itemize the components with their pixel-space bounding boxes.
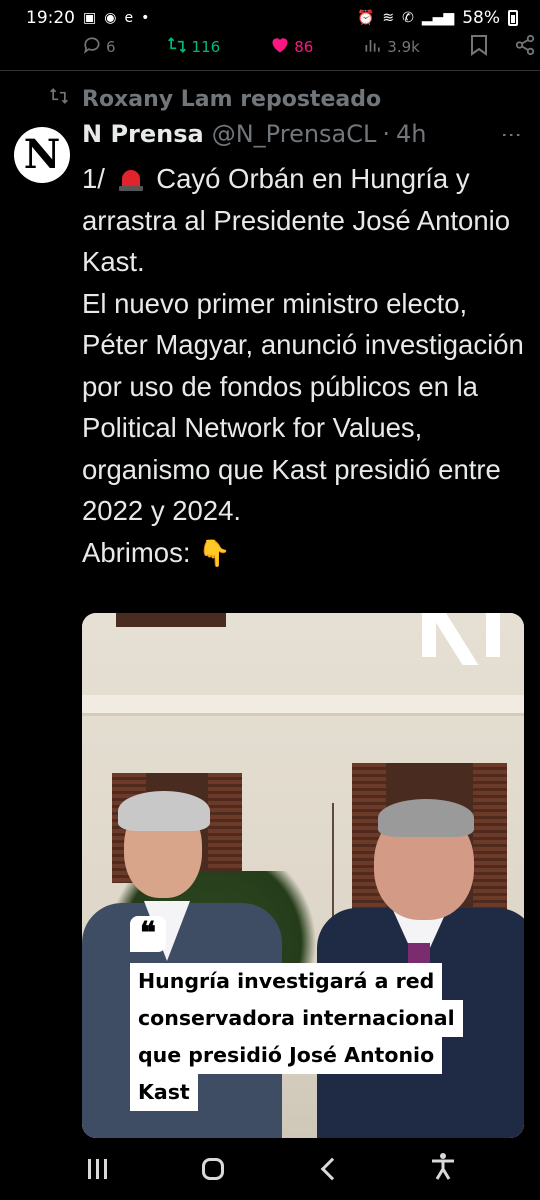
tweet-media-image[interactable]: ❝ Hungría investigará a red conservadora…	[82, 613, 524, 1138]
reply-icon	[82, 35, 102, 59]
tweet-text-line-1: Cayó Orbán en Hungría y arrastra al Pres…	[82, 163, 511, 277]
status-left: 19:20 ▣ ◉ e •	[26, 8, 149, 28]
like-count: 86	[294, 38, 314, 56]
system-nav-bar	[0, 1138, 540, 1200]
reply-action[interactable]: 6	[82, 35, 116, 59]
more-options-icon[interactable]: ⋮	[500, 125, 524, 143]
tweet-time[interactable]: 4h	[396, 120, 426, 148]
avatar[interactable]: N	[14, 127, 70, 183]
repost-notice-text: Roxany Lam reposteado	[82, 86, 382, 112]
cornice	[82, 695, 524, 713]
header-separator: ·	[382, 120, 391, 148]
more-notifications-icon: •	[141, 10, 150, 26]
call-icon: ✆	[402, 10, 414, 26]
accessibility-icon	[430, 1152, 456, 1187]
accessibility-button[interactable]	[413, 1149, 473, 1189]
author-name[interactable]: N Prensa	[82, 120, 204, 148]
top-window	[116, 613, 226, 627]
views-icon	[363, 35, 383, 59]
recent-apps-icon	[88, 1159, 107, 1179]
tweet-text-abrimos: Abrimos:	[82, 536, 191, 568]
tweet-divider	[0, 70, 540, 71]
bookmark-icon[interactable]	[470, 34, 488, 60]
app-notification-icon: e	[124, 10, 134, 26]
author-handle[interactable]: @N_PrensaCL	[212, 120, 377, 148]
status-right: ⏰ ≋ ✆ ▂▄▆ 58%	[357, 8, 518, 28]
media-notification-icon: ◉	[104, 10, 117, 26]
siren-icon	[117, 164, 145, 192]
avatar-letter: N	[23, 131, 61, 178]
share-icon[interactable]	[514, 34, 536, 60]
battery-percent: 58%	[462, 8, 500, 28]
like-action[interactable]: 86	[270, 35, 313, 59]
alarm-icon: ⏰	[356, 10, 375, 26]
clock: 19:20	[26, 8, 75, 28]
tweet-text[interactable]: 1/ Cayó Orbán en Hungría y arrastra al P…	[82, 158, 532, 574]
media-caption: Hungría investigará a red conservadora i…	[130, 963, 463, 1111]
pointing-down-icon: 👇	[198, 537, 231, 568]
tweet-paragraph-2: El nuevo primer ministro electo, Péter M…	[82, 287, 524, 527]
heart-icon	[270, 35, 290, 59]
repost-notice[interactable]: Roxany Lam reposteado	[48, 86, 381, 112]
caption-line: conservadora internacional	[130, 1000, 463, 1037]
home-button[interactable]	[183, 1149, 243, 1189]
thread-number: 1/	[82, 163, 105, 194]
signal-icon: ▂▄▆	[421, 10, 455, 26]
back-button[interactable]	[298, 1149, 358, 1189]
tweet-paragraph-3: Abrimos: 👇	[82, 532, 532, 575]
tweet-header: N Prensa @N_PrensaCL · 4h ⋮	[82, 120, 524, 148]
repost-icon	[48, 86, 70, 112]
caption-line: Hungría investigará a red	[130, 963, 443, 1000]
home-icon	[201, 1158, 224, 1180]
back-icon	[320, 1157, 343, 1181]
view-count: 3.9k	[387, 38, 420, 56]
action-end-group	[470, 34, 536, 60]
previous-tweet-actions: 6 116 86 3.9k	[0, 30, 540, 64]
quote-icon: ❝	[130, 916, 166, 952]
n-prensa-logo	[422, 613, 500, 665]
repost-count: 116	[191, 38, 221, 56]
wifi-icon: ≋	[382, 10, 395, 26]
caption-line: Kast	[130, 1074, 198, 1111]
gallery-notification-icon: ▣	[83, 10, 97, 26]
reply-count: 6	[106, 38, 116, 56]
repost-icon	[166, 35, 188, 59]
battery-icon	[508, 10, 518, 26]
caption-line: que presidió José Antonio	[130, 1037, 443, 1074]
recent-apps-button[interactable]	[68, 1149, 128, 1189]
tweet-paragraph-1: 1/ Cayó Orbán en Hungría y arrastra al P…	[82, 158, 532, 283]
views-action[interactable]: 3.9k	[363, 35, 420, 59]
repost-action[interactable]: 116	[166, 35, 221, 59]
